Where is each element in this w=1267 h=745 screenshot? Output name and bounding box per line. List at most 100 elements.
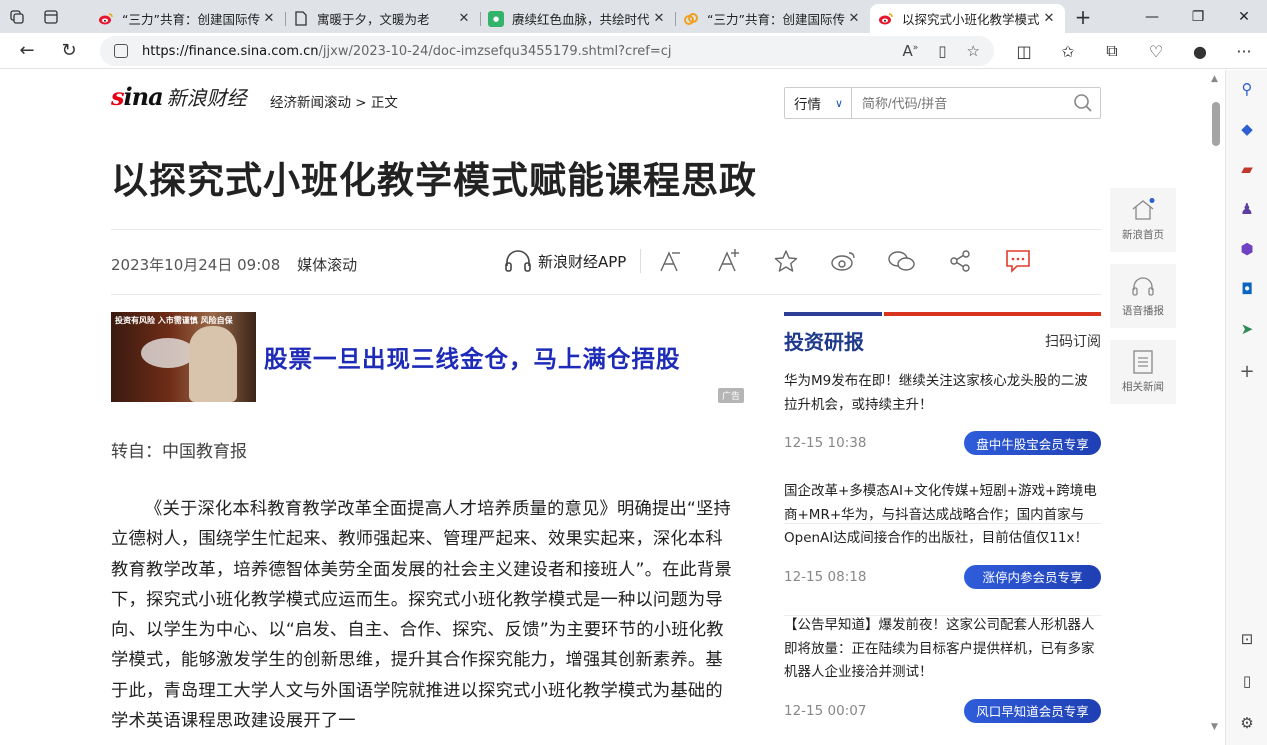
close-tab-icon[interactable]: ✕ [651, 11, 667, 26]
sina-finance-logo[interactable]: sina 新浪财经 [111, 82, 247, 111]
close-tab-icon[interactable]: ✕ [1041, 11, 1057, 26]
browser-tab-1[interactable]: “三力”共育：创建国际传 ✕ [90, 4, 285, 33]
favorite-star-icon[interactable] [757, 249, 815, 273]
member-button[interactable]: 风口早知道会员专享 [964, 698, 1101, 723]
close-tab-icon[interactable]: ✕ [846, 11, 862, 26]
font-smaller-icon[interactable] [641, 249, 699, 273]
shopping-tag-icon[interactable]: ◆ [1236, 118, 1258, 140]
page-scrollbar[interactable]: ▲ ▼ [1208, 70, 1224, 745]
sidebar-toggle-icon[interactable]: ▯ [1236, 670, 1258, 692]
games-icon[interactable]: ♟ [1236, 198, 1258, 220]
news-time: 12-15 08:18 [784, 568, 867, 585]
tab-title: 寓暖于夕，文暖为老 [317, 12, 430, 27]
search-type-select[interactable]: 行情 ∨ [785, 88, 852, 118]
browser-tab-3[interactable]: ● 赓续红色血脉，共绘时代 ✕ [480, 4, 675, 33]
scrollbar-thumb[interactable] [1212, 102, 1220, 146]
tab-actions-icon[interactable] [34, 0, 68, 33]
close-tab-icon[interactable]: ✕ [261, 11, 277, 26]
float-audio-button[interactable]: 语音播报 [1110, 264, 1176, 328]
app-download-link[interactable]: 新浪财经APP [504, 249, 642, 273]
toolbox-icon[interactable]: ▰ [1236, 158, 1258, 180]
float-related-button[interactable]: 相关新闻 [1110, 340, 1176, 404]
search-icon[interactable]: ⚲ [1236, 78, 1258, 100]
list-item[interactable]: 华为M9发布在即！继续关注这家核心龙头股的二波拉升机会，或持续主升！ 12-15… [784, 370, 1101, 524]
article-meta: 2023年10月24日 09:08 媒体滚动 [111, 254, 357, 275]
browser-tab-bar: “三力”共育：创建国际传 ✕ 寓暖于夕，文暖为老 ✕ ● 赓续红色血脉，共绘时代… [0, 0, 1267, 33]
panel-top-bar [784, 312, 1101, 316]
logo-brand: sina [111, 82, 164, 111]
publish-date: 2023年10月24日 09:08 [111, 256, 281, 274]
screenshot-icon[interactable]: ⊡ [1236, 628, 1258, 650]
breadcrumb[interactable]: 经济新闻滚动 > 正文 [270, 91, 398, 111]
news-text[interactable]: 华为M9发布在即！继续关注这家核心龙头股的二波拉升机会，或持续主升！ [784, 370, 1101, 417]
refresh-icon[interactable]: ↻ [48, 33, 90, 69]
news-text[interactable]: 【公告早知道】爆发前夜！这家公司配套人形机器人即将放量：正在陆续为目标客户提供样… [784, 614, 1101, 685]
new-tab-icon[interactable]: + [1065, 5, 1101, 29]
scroll-down-icon[interactable]: ▼ [1211, 722, 1218, 732]
browser-tab-5-active[interactable]: 以探究式小班化教学模式 ✕ [870, 4, 1065, 33]
document-icon [1130, 350, 1156, 374]
add-sidebar-app-icon[interactable]: + [1236, 360, 1258, 382]
favorites-icon[interactable]: ✩ [1046, 42, 1090, 61]
restore-icon[interactable]: ❐ [1175, 0, 1221, 33]
browser-tab-2[interactable]: 寓暖于夕，文暖为老 ✕ [285, 4, 480, 33]
url-host: https://finance.sina.com.cn [142, 43, 319, 59]
copilot-icon[interactable]: ⬢ [1236, 238, 1258, 260]
float-home-button[interactable]: 新浪首页 [1110, 188, 1176, 252]
search-input[interactable] [852, 88, 1066, 118]
close-window-icon[interactable]: ✕ [1221, 0, 1267, 33]
list-item[interactable]: 国企改革+多模态AI+文化传媒+短剧+游戏+跨境电商+MR+华为，与抖音达成战略… [784, 480, 1101, 616]
minimize-icon[interactable]: — [1129, 0, 1175, 33]
back-icon[interactable]: ← [6, 33, 48, 69]
edge-sidebar: ⚲ ◆ ▰ ♟ ⬢ ◘ ➤ + ⊡ ▯ ⚙ [1225, 70, 1267, 745]
article-title: 以探究式小班化教学模式赋能课程思政 [111, 159, 757, 202]
url-path: /jjxw/2023-10-24/doc-imzsefqu3455179.sht… [318, 43, 672, 59]
member-button[interactable]: 涨停内参会员专享 [964, 564, 1101, 589]
browser-tab-4[interactable]: “三力”共育：创建国际传 ✕ [675, 4, 870, 33]
divider [111, 294, 1101, 295]
member-button[interactable]: 盘中牛股宝会员专享 [964, 431, 1101, 455]
tab-title: 以探究式小班化教学模式 [902, 12, 1040, 27]
settings-more-icon[interactable]: ··· [1222, 42, 1266, 61]
drop-icon[interactable]: ➤ [1236, 318, 1258, 340]
lock-icon [114, 44, 128, 58]
scroll-up-icon[interactable]: ▲ [1211, 74, 1218, 84]
reader-view-icon[interactable]: ▯ [938, 42, 946, 60]
list-item[interactable]: 【公告早知道】爆发前夜！这家公司配套人形机器人即将放量：正在陆续为目标客户提供样… [784, 614, 1101, 725]
font-larger-icon[interactable] [699, 249, 757, 273]
article-origin: 转自：中国教育报 [111, 442, 247, 462]
sidebar-settings-icon[interactable]: ⚙ [1236, 712, 1258, 734]
share-icon[interactable] [931, 249, 989, 273]
web-page: sina 新浪财经 经济新闻滚动 > 正文 行情∨ 以探究式小班化教学模式赋能课… [0, 70, 1208, 745]
browser-essentials-icon[interactable]: ♡ [1134, 42, 1178, 61]
split-screen-icon[interactable]: ◫ [1002, 42, 1046, 61]
news-time: 12-15 10:38 [784, 435, 867, 451]
panel-title[interactable]: 投资研报 [784, 326, 864, 355]
profile-icon[interactable]: ● [1178, 42, 1222, 61]
url-field[interactable]: https://finance.sina.com.cn/jjxw/2023-10… [100, 36, 994, 66]
tab-title: “三力”共育：创建国际传 [707, 12, 845, 27]
outlook-icon[interactable]: ◘ [1236, 278, 1258, 300]
weibo-icon [98, 11, 114, 27]
news-text[interactable]: 国企改革+多模态AI+文化传媒+短剧+游戏+跨境电商+MR+华为，与抖音达成战略… [784, 480, 1101, 551]
ad-text: 股票一旦出现三线金仓，马上满仓捂股 [264, 345, 681, 373]
wechat-share-icon[interactable] [873, 250, 931, 272]
article-source[interactable]: 媒体滚动 [297, 256, 357, 274]
close-tab-icon[interactable]: ✕ [456, 11, 472, 26]
stock-search: 行情 ∨ [784, 87, 1101, 119]
article-body: 《关于深化本科教育教学改革全面提高人才培养质量的意见》明确提出“坚持立德树人，围… [111, 499, 732, 732]
comment-icon[interactable] [989, 249, 1047, 273]
workspaces-icon[interactable] [0, 0, 34, 33]
subscribe-link[interactable]: 扫码订阅 [1045, 331, 1101, 351]
favorite-star-icon[interactable]: ☆ [967, 42, 980, 60]
weibo-share-icon[interactable] [815, 250, 873, 272]
link-icon [683, 11, 699, 27]
read-aloud-icon[interactable]: A» [903, 42, 919, 60]
address-bar-row: ← ↻ https://finance.sina.com.cn/jjxw/202… [0, 33, 1267, 69]
collections-icon[interactable]: ⧉ [1090, 41, 1134, 61]
search-icon[interactable] [1066, 88, 1100, 118]
headphones-icon [505, 250, 531, 272]
home-icon [1130, 198, 1156, 222]
ad-banner[interactable]: 投资有风险 入市需谨慎 风险自保 股票一旦出现三线金仓，马上满仓捂股 广告 [111, 312, 744, 403]
weibo-icon [878, 11, 894, 27]
